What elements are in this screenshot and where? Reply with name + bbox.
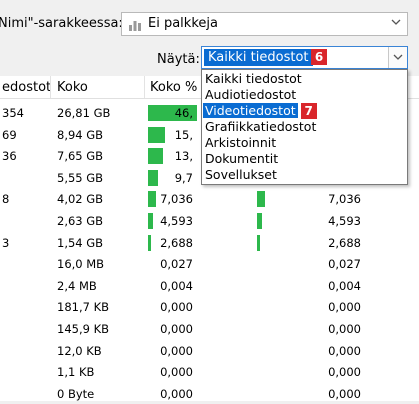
chevron-down-icon	[393, 54, 403, 60]
option-documents[interactable]: Dokumentit	[202, 151, 407, 167]
table-row[interactable]: 181,7 KB 0,000 0,000	[0, 297, 419, 317]
table-row[interactable]: 145,9 KB 0,000 0,000	[0, 319, 419, 339]
cell-size: 8,94 GB	[57, 127, 104, 142]
cell-size-pct: 2,688	[160, 235, 193, 250]
option-video-files[interactable]: Videotiedostot 7	[202, 103, 407, 119]
cell-size: 0 Byte	[57, 386, 95, 401]
cell-size: 4,02 GB	[57, 192, 104, 207]
callout-badge-7: 7	[300, 103, 317, 119]
table-row[interactable]: 1,1 KB 0,000 0,000	[0, 362, 419, 382]
cell-size-pct-2: 0,000	[328, 386, 361, 401]
size-pct-bar	[148, 191, 156, 208]
cell-size-pct: 9,7	[174, 170, 193, 185]
bars-combobox-value: Ei palkkeja	[148, 16, 218, 31]
cell-size-pct-2: 0,000	[328, 300, 361, 315]
cell-size-pct: 13,	[174, 149, 193, 164]
cell-size-pct-2: 4,593	[328, 214, 361, 228]
chevron-down-icon[interactable]	[391, 19, 401, 25]
table-row[interactable]: 16,0 MB 0,027 0,027	[0, 254, 419, 274]
cell-files: 3	[2, 235, 10, 250]
column-header-files[interactable]: edostot	[2, 80, 51, 95]
cell-size-pct: 0,004	[160, 278, 193, 293]
toolbar: Nimi"-sarakkeessa: Ei palkkeja Näytä: Ka…	[0, 0, 419, 72]
cell-files: 354	[2, 106, 24, 120]
cell-size-pct: 7,036	[160, 192, 193, 207]
cell-size-pct-2: 0,027	[328, 257, 361, 272]
cell-size-pct: 46,	[174, 106, 193, 120]
show-combobox[interactable]: Kaikki tiedostot	[201, 46, 408, 69]
cell-size: 16,0 MB	[57, 257, 105, 272]
cell-size: 2,63 GB	[57, 214, 104, 228]
cell-size-pct-2: 0,000	[328, 365, 361, 380]
cell-files: 8	[2, 192, 10, 207]
cell-size-pct: 0,000	[160, 300, 193, 315]
cell-size-pct: 0,000	[160, 343, 193, 358]
callout-badge-6: 6	[311, 49, 327, 65]
size-pct-bar-2	[257, 191, 265, 208]
cell-size: 5,55 GB	[57, 170, 104, 185]
bars-combobox[interactable]: Ei palkkeja	[121, 12, 408, 36]
cell-size-pct-2: 2,688	[328, 235, 361, 250]
table-row[interactable]: 2,4 MB 0,004 0,004	[0, 276, 419, 296]
cell-size-pct: 4,593	[160, 214, 193, 228]
option-applications[interactable]: Sovellukset	[202, 167, 407, 183]
cell-size-pct-2: 0,004	[328, 278, 361, 293]
size-pct-bar	[148, 234, 151, 251]
cell-files: 36	[2, 149, 17, 164]
size-pct-bar-2	[257, 213, 262, 229]
size-pct-bar	[148, 148, 163, 165]
cell-size-pct: 0,000	[160, 322, 193, 336]
show-dropdown-list: Kaikki tiedostot Audiotiedostot Videotie…	[201, 69, 408, 185]
table-row[interactable]: 3 1,54 GB 2,688 2,688	[0, 233, 419, 253]
option-audio-files[interactable]: Audiotiedostot	[202, 87, 407, 103]
size-pct-bar	[148, 169, 158, 186]
cell-size: 26,81 GB	[57, 106, 111, 120]
cell-size: 7,65 GB	[57, 149, 104, 164]
cell-size: 181,7 KB	[57, 300, 110, 315]
size-pct-bar	[148, 126, 165, 143]
cell-files: 69	[2, 127, 17, 142]
option-all-files[interactable]: Kaikki tiedostot	[202, 71, 407, 87]
column-header-size-pct[interactable]: Koko %	[150, 80, 197, 95]
size-pct-bar-2	[257, 234, 260, 251]
cell-size: 145,9 KB	[57, 322, 110, 336]
cell-size-pct: 0,027	[160, 257, 193, 272]
table-row[interactable]: 8 4,02 GB 7,036 7,036	[0, 189, 419, 209]
show-label: Näytä:	[157, 52, 200, 67]
option-graphic-files[interactable]: Grafiikkatiedostot	[202, 119, 407, 135]
cell-size-pct-2: 0,000	[328, 343, 361, 358]
cell-size-pct-2: 7,036	[328, 192, 361, 207]
cell-size-pct: 15,	[174, 127, 193, 142]
table-row[interactable]: 12,0 KB 0,000 0,000	[0, 341, 419, 361]
cell-size: 12,0 KB	[57, 343, 102, 358]
cell-size-pct-2: 0,000	[328, 322, 361, 336]
show-combobox-button[interactable]	[388, 47, 407, 68]
cell-size-pct: 0,000	[160, 365, 193, 380]
cell-size: 1,54 GB	[57, 235, 104, 250]
cell-size: 2,4 MB	[57, 278, 97, 293]
size-pct-bar	[148, 213, 153, 229]
column-header-size[interactable]: Koko	[57, 80, 88, 95]
cell-size-pct: 0,000	[160, 386, 193, 401]
bars-label: Nimi"-sarakkeessa:	[0, 16, 123, 31]
cell-size: 1,1 KB	[57, 365, 95, 380]
option-archives[interactable]: Arkistoinnit	[202, 135, 407, 151]
show-combobox-value: Kaikki tiedostot	[204, 49, 313, 66]
table-row[interactable]: 2,63 GB 4,593 4,593	[0, 211, 419, 231]
bar-chart-icon	[129, 21, 141, 31]
